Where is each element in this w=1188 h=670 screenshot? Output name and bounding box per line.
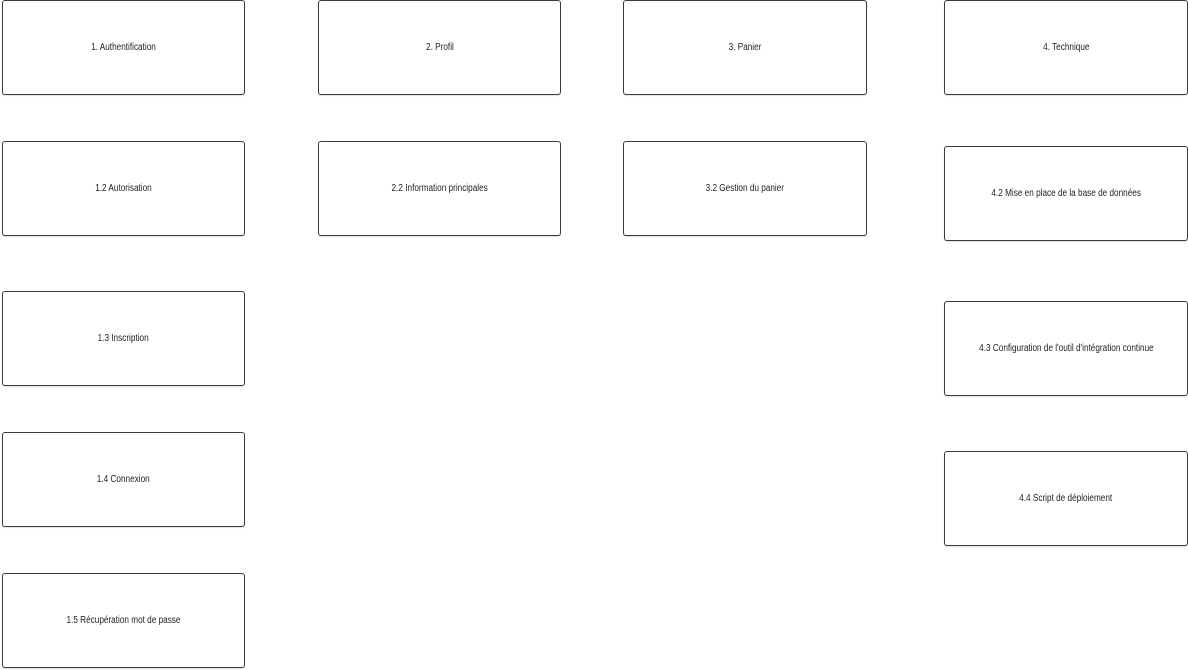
node-profil[interactable]: 2. Profil [318,0,561,95]
node-label: 4.3 Configuration de l'outil d'intégrati… [978,343,1154,354]
diagram-canvas: 1. Authentification 1.2 Autorisation 1.3… [0,0,1188,670]
node-recuperation-mot-de-passe[interactable]: 1.5 Récupération mot de passe [2,573,245,668]
node-autorisation[interactable]: 1.2 Autorisation [2,141,245,236]
node-technique[interactable]: 4. Technique [944,0,1188,95]
node-label: 1.2 Autorisation [95,183,152,194]
node-gestion-du-panier[interactable]: 3.2 Gestion du panier [623,141,867,236]
node-information-principales[interactable]: 2.2 Information principales [318,141,561,236]
node-connexion[interactable]: 1.4 Connexion [2,432,245,527]
node-label: 1.5 Récupération mot de passe [66,615,181,626]
node-panier[interactable]: 3. Panier [623,0,867,95]
node-label: 2.2 Information principales [391,183,488,194]
node-integration-continue[interactable]: 4.3 Configuration de l'outil d'intégrati… [944,301,1188,396]
node-label: 4.2 Mise en place de la base de données [991,188,1141,199]
node-label: 4.4 Script de déploiement [1019,493,1113,504]
node-authentification[interactable]: 1. Authentification [2,0,245,95]
node-base-de-donnees[interactable]: 4.2 Mise en place de la base de données [944,146,1188,241]
node-inscription[interactable]: 1.3 Inscription [2,291,245,386]
node-label: 1.3 Inscription [97,333,150,344]
node-label: 1. Authentification [91,42,156,53]
node-label: 1.4 Connexion [97,474,150,485]
node-script-de-deploiement[interactable]: 4.4 Script de déploiement [944,451,1188,546]
node-label: 3.2 Gestion du panier [705,183,785,194]
node-label: 4. Technique [1042,42,1090,53]
node-label: 2. Profil [425,42,454,53]
node-label: 3. Panier [728,42,762,53]
